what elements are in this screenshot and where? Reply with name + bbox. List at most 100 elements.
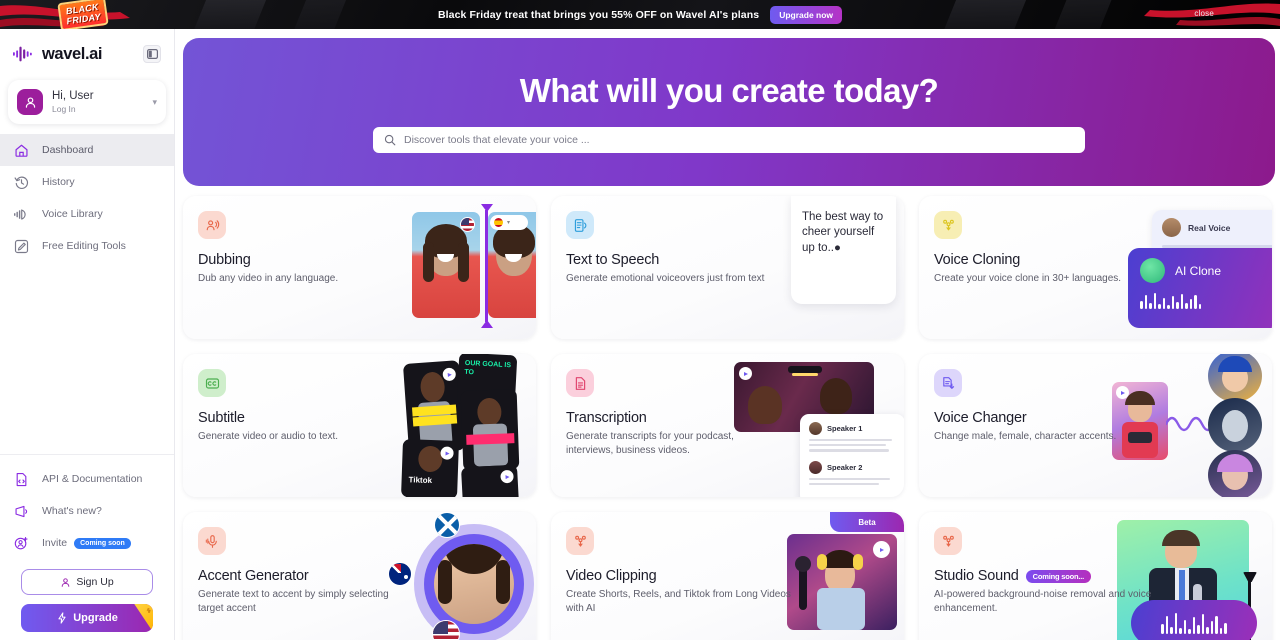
studio-sound-icon (934, 527, 962, 555)
tool-card-voice-changer[interactable]: Voice Changer Change male, female, chara… (919, 354, 1272, 497)
sign-up-label: Sign Up (76, 576, 114, 588)
upgrade-corner-ribbon: % (134, 604, 153, 632)
video-clipping-icon (566, 527, 594, 555)
close-banner-button[interactable]: close (1194, 9, 1214, 18)
page-title: What will you create today? (519, 72, 939, 109)
voice-library-icon (13, 206, 30, 223)
card-title: Dubbing (198, 252, 251, 268)
account-card[interactable]: Hi, User Log In ▾ (8, 80, 166, 124)
brand-row: wavel.ai (0, 34, 174, 74)
tool-card-transcription[interactable]: Transcription Generate transcripts for y… (551, 354, 904, 497)
promo-banner: BLACK FRIDAY Black Friday treat that bri… (0, 0, 1280, 29)
subtitle-clip (460, 464, 520, 497)
tool-card-voice-cloning[interactable]: Voice Cloning Create your voice clone in… (919, 196, 1272, 339)
sidebar-bottom: API & Documentation What's new? Invite C… (0, 454, 174, 640)
tool-card-studio-sound[interactable]: Studio Sound Coming soon... AI-powered b… (919, 512, 1272, 640)
sidebar-item-api-documentation[interactable]: API & Documentation (0, 463, 174, 495)
card-description: Create your voice clone in 30+ languages… (934, 273, 1122, 284)
edit-tools-icon (13, 238, 30, 255)
card-description: Generate transcripts for your podcast, i… (566, 431, 734, 456)
account-status: Log In (52, 103, 76, 114)
card-description: Change male, female, character accents. (934, 431, 1117, 442)
voice-cloning-icon (934, 211, 962, 239)
tool-card-subtitle[interactable]: Subtitle Generate video or audio to text… (183, 354, 536, 497)
tool-card-text-to-speech[interactable]: Text to Speech Generate emotional voiceo… (551, 196, 904, 339)
user-icon (25, 96, 35, 108)
sidebar-item-free-editing-tools[interactable]: Free Editing Tools (0, 230, 174, 262)
sidebar-item-label: History (42, 176, 75, 188)
black-friday-badge: BLACK FRIDAY (38, 0, 129, 29)
sidebar-nav: Dashboard History Voice Library Free Edi… (0, 134, 174, 262)
card-description: Generate video or audio to text. (198, 431, 339, 442)
tool-card-dubbing[interactable]: Dubbing Dub any video in any language. ▾ (183, 196, 536, 339)
sidebar-item-label: Dashboard (42, 144, 94, 156)
search-input[interactable] (404, 134, 1074, 146)
tool-card-accent-generator[interactable]: Accent Generator Generate text to accent… (183, 512, 536, 640)
closed-caption-icon (198, 369, 226, 397)
chevron-down-icon: ▾ (152, 96, 157, 107)
search-bar[interactable] (373, 127, 1085, 153)
card-description: Dub any video in any language. (198, 273, 339, 284)
lightning-icon (58, 612, 66, 624)
card-title: Voice Changer (934, 410, 1027, 426)
caption-text: Tiktok (408, 475, 433, 486)
divider (0, 454, 174, 455)
voice-changer-icon (934, 369, 962, 397)
dubbing-speaker-icon (198, 211, 226, 239)
sidebar-item-dashboard[interactable]: Dashboard (0, 134, 174, 166)
avatar (17, 89, 43, 115)
card-title: Accent Generator (198, 568, 309, 584)
card-description: AI-powered background-noise removal and … (934, 589, 1152, 614)
sidebar-item-invite[interactable]: Invite Coming soon (0, 527, 174, 559)
card-title: Text to Speech (566, 252, 660, 268)
banner-facet (288, 0, 352, 29)
ribbon-decoration-right (1144, 3, 1280, 26)
speaker-row: Speaker 2 (809, 460, 896, 474)
sidebar-item-voice-library[interactable]: Voice Library (0, 198, 174, 230)
card-title: Video Clipping (566, 568, 657, 584)
panel-icon (146, 49, 158, 59)
sidebar-item-label: What's new? (42, 505, 102, 517)
megaphone-icon (13, 503, 30, 520)
card-description: Generate emotional voiceovers just from … (566, 273, 765, 284)
play-icon (500, 469, 514, 484)
sidebar-item-label: API & Documentation (42, 473, 143, 485)
home-icon (13, 142, 30, 159)
wavel-logo-icon (13, 46, 32, 62)
hero-banner: What will you create today? (183, 38, 1275, 186)
tools-grid: Dubbing Dub any video in any language. ▾… (183, 196, 1280, 640)
status-badge: Coming soon... (1025, 569, 1092, 583)
sidebar-toggle-icon[interactable] (143, 45, 161, 63)
speaker-label: Speaker 2 (827, 462, 863, 472)
sidebar-item-label: Free Editing Tools (42, 240, 126, 252)
upgrade-label: Upgrade (73, 612, 118, 624)
document-icon (566, 369, 594, 397)
sidebar-item-label: Invite (42, 537, 68, 549)
main-content: What will you create today? Dubbing Dub … (175, 29, 1280, 640)
speaker-avatar (809, 460, 822, 474)
card-title: Transcription (566, 410, 647, 426)
tool-card-video-clipping[interactable]: Beta Video Clipping Create Shorts, Reels… (551, 512, 904, 640)
upgrade-now-button[interactable]: Upgrade now (770, 5, 843, 24)
card-title: Studio Sound Coming soon... (934, 568, 1272, 584)
us-flag-icon (432, 620, 460, 640)
search-icon (384, 134, 396, 146)
card-description: Create Shorts, Reels, and Tiktok from Lo… (566, 589, 791, 614)
comparison-handle-bottom[interactable] (481, 320, 493, 328)
sidebar-item-history[interactable]: History (0, 166, 174, 198)
promo-message: Black Friday treat that brings you 55% O… (437, 8, 760, 21)
play-icon (440, 446, 454, 460)
banner-facet (189, 0, 271, 29)
character-avatar (1208, 450, 1262, 497)
invite-user-icon (13, 535, 30, 552)
accent-mic-icon (198, 527, 226, 555)
api-doc-icon (13, 471, 30, 488)
account-greeting: Hi, User (52, 90, 94, 103)
card-title: Subtitle (198, 410, 245, 426)
upgrade-button[interactable]: Upgrade % (21, 604, 153, 632)
sign-up-button[interactable]: Sign Up (21, 569, 153, 595)
sidebar-item-whats-new[interactable]: What's new? (0, 495, 174, 527)
text-to-speech-icon (566, 211, 594, 239)
transcript-lines (809, 477, 896, 485)
sidebar: wavel.ai Hi, User Log In ▾ Dashboard His… (0, 29, 175, 640)
